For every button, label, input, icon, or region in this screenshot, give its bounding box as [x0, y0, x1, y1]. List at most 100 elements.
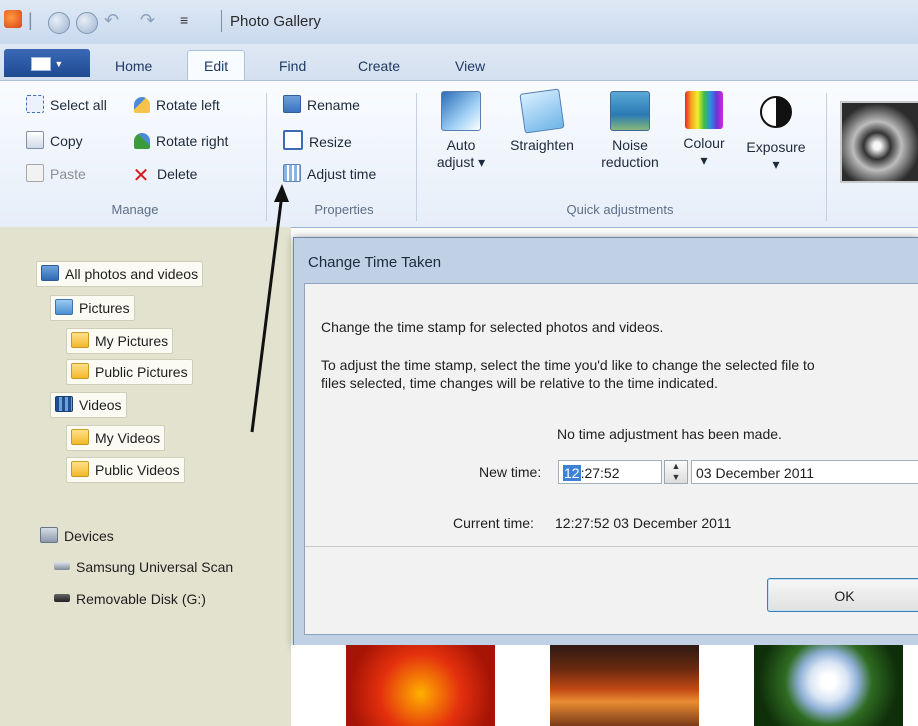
scanner-icon [54, 562, 70, 570]
manage-group-label: Manage [111, 202, 159, 217]
colour-button[interactable]: Colour ▾ [674, 91, 734, 169]
current-time-label: Current time: [453, 515, 534, 531]
app-menu-button[interactable]: ▼ [4, 49, 90, 77]
select-all-label: Select all [50, 97, 107, 113]
noise-reduction-label-line2: reduction [601, 154, 659, 170]
spin-down-icon[interactable]: ▼ [665, 472, 687, 483]
spin-up-icon[interactable]: ▲ [665, 461, 687, 472]
ok-button[interactable]: OK [767, 578, 918, 612]
tab-view[interactable]: View [455, 58, 485, 74]
colour-dropdown-icon: ▾ [700, 152, 708, 168]
time-spinner[interactable]: ▲ ▼ [664, 460, 688, 484]
straighten-icon [519, 88, 565, 134]
folder-icon [71, 332, 89, 348]
back-icon[interactable] [48, 12, 70, 34]
nav-my-pictures-label: My Pictures [95, 333, 169, 349]
title-divider [221, 10, 222, 32]
paste-icon [26, 164, 44, 182]
adjustment-status: No time adjustment has been made. [557, 426, 782, 442]
nav-removable-disk[interactable]: Removable Disk (G:) [50, 587, 210, 611]
colour-label: Colour [683, 135, 725, 151]
folder-icon [71, 429, 89, 445]
dialog-description: Change the time stamp for selected photo… [321, 319, 664, 335]
nav-public-pictures[interactable]: Public Pictures [66, 359, 193, 385]
nav-devices[interactable]: Devices [36, 524, 118, 548]
new-time-rest: :27:52 [580, 465, 620, 481]
nav-all-photos[interactable]: All photos and videos [36, 261, 204, 287]
rename-button[interactable]: Rename [283, 94, 360, 116]
nav-my-pictures[interactable]: My Pictures [66, 328, 174, 354]
straighten-label: Straighten [510, 137, 574, 153]
tab-home[interactable]: Home [115, 58, 152, 74]
window-title: Photo Gallery [230, 13, 321, 30]
nav-pictures-label: Pictures [79, 300, 130, 316]
auto-adjust-icon [441, 91, 481, 131]
copy-label: Copy [50, 133, 83, 149]
photo-thumbnail[interactable] [550, 645, 699, 726]
rotate-right-label: Rotate right [156, 133, 229, 149]
noise-reduction-button[interactable]: Noise reduction [586, 91, 674, 171]
chevron-down-icon: ▼ [54, 59, 64, 69]
rotate-right-button[interactable]: Rotate right [134, 130, 228, 152]
thumbnail-strip [291, 645, 918, 726]
colour-icon [685, 91, 723, 129]
copy-button[interactable]: Copy [26, 130, 83, 152]
effect-preview-thumbnail[interactable] [840, 101, 918, 183]
rotate-left-button[interactable]: Rotate left [134, 94, 220, 116]
nav-removable-disk-label: Removable Disk (G:) [76, 591, 206, 607]
select-all-icon [26, 95, 44, 113]
new-time-input[interactable]: 12:27:52 [558, 460, 662, 484]
select-all-button[interactable]: Select all [26, 94, 107, 116]
all-photos-icon [41, 265, 59, 281]
app-icon[interactable] [4, 10, 22, 28]
nav-public-pictures-label: Public Pictures [95, 364, 188, 380]
redo-icon[interactable]: ↷ [140, 10, 155, 31]
rotate-left-label: Rotate left [156, 97, 220, 113]
group-divider [826, 93, 827, 221]
nav-videos[interactable]: Videos [50, 392, 127, 418]
nav-scanner[interactable]: Samsung Universal Scan [50, 555, 237, 579]
new-date-picker[interactable]: 03 December 2011 [691, 460, 918, 484]
nav-my-videos-label: My Videos [95, 430, 161, 446]
title-separator-icon: | [28, 10, 33, 30]
current-time-value: 12:27:52 03 December 2011 [555, 515, 732, 531]
customize-quick-access-icon[interactable]: ≡ [180, 12, 188, 28]
videos-icon [55, 396, 73, 412]
rotate-right-icon [134, 133, 150, 149]
nav-pictures[interactable]: Pictures [50, 295, 135, 321]
copy-icon [26, 131, 44, 149]
nav-public-videos[interactable]: Public Videos [66, 457, 185, 483]
rename-label: Rename [307, 97, 360, 113]
dialog-instructions: To adjust the time stamp, select the tim… [321, 357, 815, 373]
exposure-button[interactable]: Exposure ▾ [736, 91, 816, 173]
photo-thumbnail[interactable] [346, 645, 495, 726]
rename-icon [283, 95, 301, 113]
rotate-left-icon [134, 97, 150, 113]
noise-reduction-icon [610, 91, 650, 131]
nav-all-photos-label: All photos and videos [65, 266, 199, 282]
delete-icon: ✕ [132, 165, 150, 187]
folder-icon [71, 363, 89, 379]
adjust-time-button[interactable]: Adjust time [283, 163, 376, 185]
new-time-label: New time: [479, 464, 542, 480]
nav-my-videos[interactable]: My Videos [66, 425, 166, 451]
paste-button[interactable]: Paste [26, 163, 86, 185]
pictures-icon [55, 299, 73, 315]
straighten-button[interactable]: Straighten [496, 88, 588, 154]
dialog-divider [305, 546, 918, 547]
folder-icon [71, 461, 89, 477]
forward-icon[interactable] [76, 12, 98, 34]
auto-adjust-button[interactable]: Auto adjust ▾ [430, 91, 492, 171]
undo-icon[interactable]: ↶ [104, 10, 119, 31]
nav-videos-label: Videos [79, 397, 122, 413]
exposure-icon [760, 96, 792, 128]
noise-reduction-label: Noise [612, 137, 648, 153]
tab-edit[interactable]: Edit [187, 50, 246, 81]
change-time-taken-dialog: Change Time Taken Change the time stamp … [293, 237, 918, 647]
photo-thumbnail[interactable] [754, 645, 903, 726]
tab-create[interactable]: Create [358, 58, 400, 74]
delete-label: Delete [157, 166, 198, 182]
tab-find[interactable]: Find [279, 58, 306, 74]
resize-button[interactable]: Resize [283, 130, 352, 152]
delete-button[interactable]: ✕ Delete [131, 163, 198, 187]
